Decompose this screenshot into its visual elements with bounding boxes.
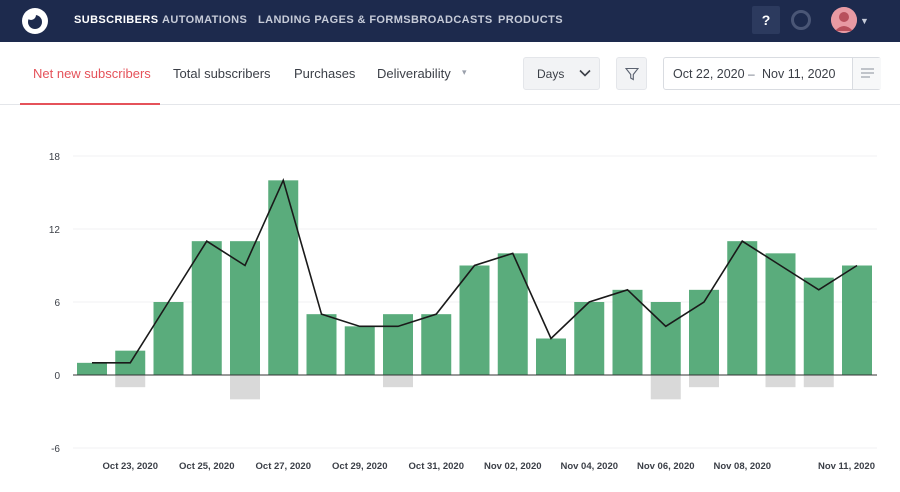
nav-products[interactable]: PRODUCTS	[498, 14, 563, 26]
x-tick-label: Oct 31, 2020	[409, 461, 464, 472]
negative-bar	[689, 375, 719, 388]
filter-button[interactable]	[616, 57, 647, 90]
report-toolbar: Net new subscribers Total subscribers Pu…	[0, 42, 900, 105]
top-navigation: SUBSCRIBERS AUTOMATIONS LANDING PAGES & …	[0, 0, 900, 42]
x-tick-label: Nov 06, 2020	[637, 461, 695, 472]
bar	[536, 338, 566, 375]
x-tick-label: Nov 02, 2020	[484, 461, 542, 472]
bar	[306, 314, 337, 375]
tab-total-subscribers[interactable]: Total subscribers	[173, 66, 271, 81]
nav-automations[interactable]: AUTOMATIONS	[162, 14, 247, 26]
x-tick-label: Oct 25, 2020	[179, 461, 234, 472]
bar	[842, 265, 872, 375]
bar	[230, 241, 260, 375]
filter-icon	[625, 67, 639, 81]
loading-spinner-icon	[791, 10, 811, 30]
deliverability-caret-icon[interactable]: ▾	[462, 67, 467, 78]
bar	[459, 265, 490, 375]
negative-bar	[803, 375, 834, 388]
convertkit-logo-icon[interactable]	[20, 6, 50, 36]
bar	[421, 314, 452, 375]
y-tick-label: 6	[54, 298, 60, 309]
y-tick-label: 12	[49, 225, 61, 236]
net-new-subscribers-chart: 18 12 6 0 -6 Oct 23, 2020 Oct 25, 2020 Oct 27, …	[49, 152, 877, 472]
negative-bar	[115, 375, 146, 388]
date-start-input[interactable]: Oct 22, 2020	[673, 67, 745, 81]
y-tick-label: 18	[49, 152, 61, 163]
bar	[727, 241, 758, 375]
nav-landing-pages-forms[interactable]: LANDING PAGES & FORMS	[258, 14, 411, 26]
help-button[interactable]: ?	[752, 6, 780, 34]
bar	[268, 180, 299, 375]
tab-net-new-subscribers[interactable]: Net new subscribers	[33, 66, 151, 81]
avatar-caret-icon[interactable]: ▼	[860, 16, 869, 26]
bar	[650, 302, 681, 375]
tab-deliverability[interactable]: Deliverability	[377, 66, 451, 81]
x-tick-label: Oct 23, 2020	[103, 461, 158, 472]
bar	[612, 289, 643, 375]
x-tick-label: Nov 04, 2020	[560, 461, 618, 472]
x-tick-label: Oct 29, 2020	[332, 461, 387, 472]
x-tick-label: Nov 11, 2020	[818, 461, 875, 472]
granularity-select[interactable]: Days	[523, 57, 600, 90]
date-range-picker[interactable]: Oct 22, 2020 – Nov 11, 2020	[663, 57, 881, 90]
date-end-input[interactable]: Nov 11, 2020	[762, 67, 835, 81]
negative-bar	[650, 375, 681, 400]
bar	[344, 326, 375, 375]
menu-lines-icon	[861, 68, 874, 78]
negative-bar	[383, 375, 413, 388]
negative-bar	[230, 375, 260, 400]
nav-subscribers[interactable]: SUBSCRIBERS	[74, 14, 158, 26]
date-range-menu-button[interactable]	[852, 58, 881, 89]
tab-purchases[interactable]: Purchases	[294, 66, 355, 81]
date-range-separator: –	[748, 67, 755, 81]
nav-broadcasts[interactable]: BROADCASTS	[411, 14, 493, 26]
granularity-value: Days	[537, 67, 565, 81]
chevron-down-icon	[579, 69, 591, 77]
bar	[803, 277, 834, 375]
bar	[191, 241, 222, 375]
bar	[77, 362, 107, 375]
user-avatar-icon[interactable]	[831, 7, 857, 33]
bar	[497, 253, 528, 375]
x-tick-label: Oct 27, 2020	[256, 461, 311, 472]
y-tick-label: -6	[51, 444, 60, 455]
bar	[153, 302, 184, 375]
y-tick-label: 0	[54, 371, 60, 382]
x-tick-label: Nov 08, 2020	[713, 461, 771, 472]
negative-bar	[765, 375, 796, 388]
